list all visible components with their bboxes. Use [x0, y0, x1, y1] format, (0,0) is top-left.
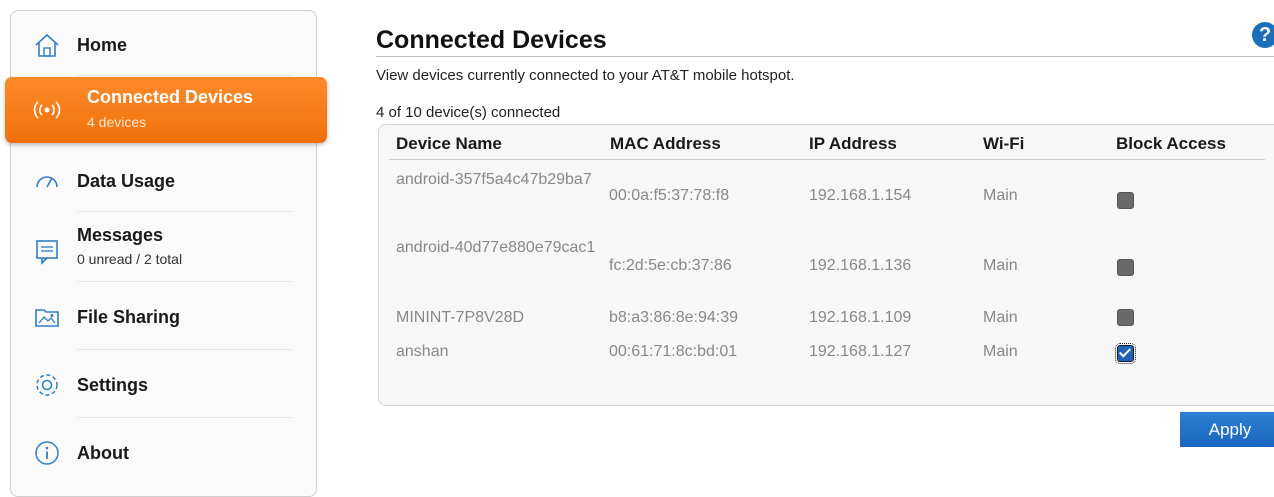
- connected-count: 4 of 10 device(s) connected: [376, 104, 561, 121]
- wifi-broadcast-icon: [33, 96, 61, 124]
- ip-address-cell: 192.168.1.109: [809, 309, 912, 326]
- divider: [77, 281, 292, 282]
- device-name-cell: MININT-7P8V28D: [396, 309, 525, 326]
- divider: [77, 417, 292, 418]
- mac-address-cell: fc:2d:5e:cb:37:86: [609, 257, 732, 274]
- mac-address-cell: b8:a3:86:8e:94:39: [609, 309, 739, 326]
- title-divider: [376, 56, 1274, 57]
- column-header-block-access: Block Access: [1116, 134, 1226, 153]
- wifi-cell: Main: [983, 257, 1018, 274]
- wifi-cell: Main: [983, 187, 1018, 204]
- divider: [77, 211, 292, 212]
- info-icon: [33, 439, 61, 467]
- wifi-cell: Main: [983, 343, 1018, 360]
- sidebar-item-label: About: [77, 443, 129, 463]
- header-divider: [389, 159, 1265, 160]
- gauge-icon: [33, 167, 61, 195]
- sidebar-nav: Home Connected Devices 4 devices Data Us…: [5, 10, 327, 497]
- help-icon[interactable]: ?: [1252, 22, 1274, 48]
- ip-address-cell: 192.168.1.136: [809, 257, 912, 274]
- page-title: Connected Devices: [376, 26, 607, 54]
- device-name-cell: android-40d77e880e79cac1: [396, 239, 596, 256]
- page-description: View devices currently connected to your…: [376, 67, 795, 84]
- sidebar-item-messages[interactable]: Messages 0 unread / 2 total: [11, 221, 316, 277]
- gear-icon: [33, 371, 61, 399]
- divider: [77, 349, 292, 350]
- block-access-checkbox[interactable]: [1117, 309, 1134, 326]
- sidebar-item-label: Data Usage: [77, 171, 176, 191]
- sidebar-item-label: Home: [77, 35, 128, 55]
- message-icon: [33, 237, 61, 265]
- sidebar-item-file-sharing[interactable]: File Sharing: [11, 299, 316, 339]
- device-name-cell: anshan: [396, 343, 449, 360]
- devices-table: Device Name MAC Address IP Address Wi-Fi…: [378, 124, 1274, 406]
- sidebar-item-home[interactable]: Home: [11, 27, 316, 67]
- apply-button[interactable]: Apply: [1180, 412, 1274, 447]
- sidebar-item-label: File Sharing: [77, 307, 181, 327]
- sidebar-item-label: Connected Devices: [87, 87, 254, 107]
- sidebar-item-label: Messages: [77, 225, 164, 245]
- message-count-sublabel: 0 unread / 2 total: [77, 251, 183, 267]
- block-access-checkbox[interactable]: [1117, 192, 1134, 209]
- divider: [77, 75, 292, 76]
- sidebar-item-about[interactable]: About: [11, 435, 316, 475]
- column-header-device-name: Device Name: [396, 134, 502, 153]
- home-icon: [33, 31, 61, 59]
- wifi-cell: Main: [983, 309, 1018, 326]
- ip-address-cell: 192.168.1.154: [809, 187, 912, 204]
- folder-image-icon: [33, 303, 61, 331]
- column-header-wifi: Wi-Fi: [983, 134, 1025, 153]
- sidebar-item-data-usage[interactable]: Data Usage: [11, 163, 316, 203]
- column-header-mac-address: MAC Address: [610, 134, 721, 153]
- mac-address-cell: 00:61:71:8c:bd:01: [609, 343, 738, 360]
- column-header-ip-address: IP Address: [809, 134, 897, 153]
- mac-address-cell: 00:0a:f5:37:78:f8: [609, 187, 730, 204]
- sidebar-item-settings[interactable]: Settings: [11, 367, 316, 407]
- sidebar-item-connected-devices[interactable]: Connected Devices 4 devices: [5, 77, 327, 143]
- block-access-checkbox[interactable]: [1115, 343, 1136, 364]
- device-name-cell: android-357f5a4c47b29ba7: [396, 171, 592, 188]
- block-access-checkbox[interactable]: [1117, 259, 1134, 276]
- device-count-sublabel: 4 devices: [87, 114, 147, 130]
- ip-address-cell: 192.168.1.127: [809, 343, 912, 360]
- sidebar-item-label: Settings: [77, 375, 149, 395]
